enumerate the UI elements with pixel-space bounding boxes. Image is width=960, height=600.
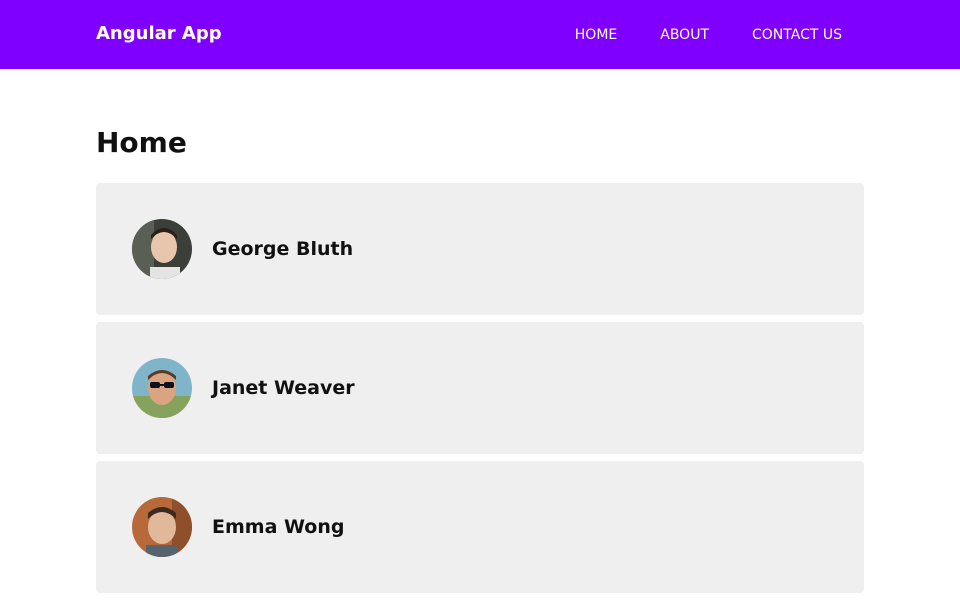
brand-link[interactable]: Angular App [96,22,222,46]
user-card-george[interactable]: George Bluth [96,183,864,315]
user-avatar [132,219,192,279]
page-title: Home [96,126,187,159]
user-avatar [132,358,192,418]
nav-home-link[interactable]: HOME [575,25,617,45]
user-card-emma[interactable]: Emma Wong [96,461,864,593]
user-name: George Bluth [212,238,354,260]
user-list: George Bluth Janet Weaver Emma Wong [96,183,864,600]
user-card-janet[interactable]: Janet Weaver [96,322,864,454]
user-name: Emma Wong [212,516,345,538]
user-avatar [132,497,192,557]
nav-contact-link[interactable]: CONTACT US [752,25,842,45]
top-navbar: Angular App HOME ABOUT CONTACT US [0,0,960,69]
nav-links: HOME ABOUT CONTACT US [532,25,842,45]
nav-about-link[interactable]: ABOUT [660,25,709,45]
user-name: Janet Weaver [212,377,355,399]
